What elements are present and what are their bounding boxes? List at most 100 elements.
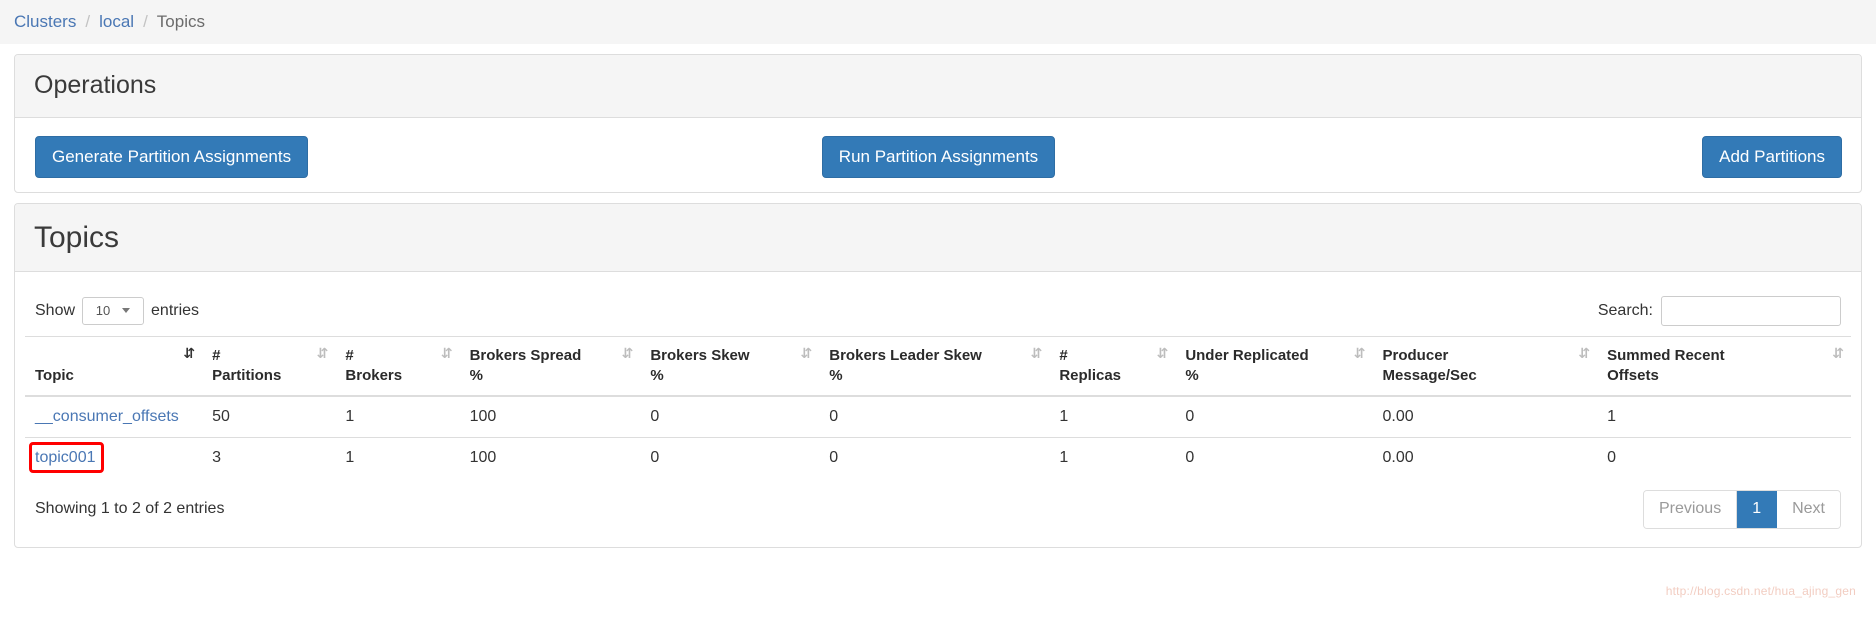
topic-link-consumer-offsets[interactable]: __consumer_offsets	[35, 408, 179, 425]
cell-topic: topic001	[25, 437, 203, 479]
column-header-under-replicated-line2: %	[1185, 366, 1199, 384]
cell-producer-message-sec: 0.00	[1372, 437, 1598, 479]
topics-table-header-row: ⇵ Topic ⇵ # Partitions ⇵ # Brokers ⇵ Bro…	[25, 335, 1851, 398]
cell-brokers: 1	[345, 408, 355, 426]
column-header-producer-message-sec-line1: Producer	[1382, 346, 1449, 364]
operations-panel: Operations Generate Partition Assignment…	[14, 54, 1862, 193]
column-header-brokers-skew-line1: Brokers Skew	[650, 346, 750, 364]
topics-table: ⇵ Topic ⇵ # Partitions ⇵ # Brokers ⇵ Bro…	[25, 335, 1851, 479]
topics-panel-body: Show 10 entries Search: ⇵ Topic ⇵ # Part…	[15, 272, 1861, 547]
search-input[interactable]	[1661, 295, 1841, 326]
column-header-partitions[interactable]: ⇵ # Partitions	[202, 335, 336, 398]
topics-table-body: __consumer_offsets 50 1 100 0 0 1 0 0.00…	[25, 396, 1851, 479]
cell-brokers-spread: 100	[459, 437, 641, 479]
column-header-partitions-line1: #	[212, 346, 221, 364]
entries-label: entries	[151, 301, 200, 319]
sort-both-icon: ⇵	[1353, 345, 1366, 362]
column-header-producer-message-sec-line2: Message/Sec	[1382, 366, 1477, 384]
cell-brokers: 1	[335, 437, 460, 479]
cell-summed-recent-offsets: 1	[1607, 408, 1617, 426]
run-partition-assignments-button[interactable]: Run Partition Assignments	[821, 135, 1056, 178]
breadcrumb-separator: /	[143, 12, 148, 31]
pagination: Previous 1 Next	[1642, 490, 1841, 529]
cell-brokers-leader-skew: 0	[829, 408, 839, 426]
topics-panel: Topics Show 10 entries Search: ⇵ Topic ⇵…	[14, 202, 1862, 548]
column-header-brokers-spread[interactable]: ⇵ Brokers Spread %	[459, 335, 641, 398]
breadcrumb-item-local[interactable]: local	[99, 12, 134, 32]
search-label: Search:	[1597, 301, 1653, 319]
pagination-previous-button[interactable]: Previous	[1643, 491, 1738, 528]
operations-panel-header: Operations	[15, 55, 1861, 118]
column-header-brokers-leader-skew-line2: %	[829, 366, 843, 384]
column-header-partitions-line2: Partitions	[212, 366, 282, 384]
cell-partitions: 50	[212, 408, 230, 426]
column-header-under-replicated[interactable]: ⇵ Under Replicated %	[1175, 335, 1373, 398]
column-header-topic[interactable]: ⇵ Topic	[25, 335, 203, 398]
breadcrumb-item-clusters[interactable]: Clusters	[14, 12, 76, 32]
pagination-next-button[interactable]: Next	[1777, 491, 1840, 528]
cell-brokers-leader-skew: 0	[819, 437, 1050, 479]
column-header-topic-line2: Topic	[35, 366, 74, 384]
column-header-brokers-line1: #	[345, 346, 354, 364]
column-header-replicas-line2: Replicas	[1059, 366, 1122, 384]
topics-panel-header: Topics	[15, 203, 1861, 272]
column-header-brokers-skew-line2: %	[650, 366, 664, 384]
column-header-brokers-leader-skew[interactable]: ⇵ Brokers Leader Skew %	[819, 335, 1050, 398]
cell-producer-message-sec: 0.00	[1382, 408, 1414, 426]
column-header-summed-recent-offsets-line2: Offsets	[1607, 366, 1659, 384]
column-header-brokers-skew[interactable]: ⇵ Brokers Skew %	[640, 335, 820, 398]
datatable-footer: Showing 1 to 2 of 2 entries Previous 1 N…	[25, 478, 1851, 533]
sort-both-icon: ⇵	[1832, 345, 1844, 362]
sort-desc-icon: ⇵	[183, 345, 195, 362]
sort-both-icon: ⇵	[1156, 345, 1169, 362]
entries-length-control: Show 10 entries	[35, 296, 200, 325]
watermark-text: http://blog.csdn.net/hua_ajing_gen	[1665, 584, 1856, 598]
sort-both-icon: ⇵	[621, 345, 634, 362]
cell-brokers-skew: 0	[650, 408, 660, 426]
sort-both-icon: ⇵	[800, 345, 813, 362]
table-row: __consumer_offsets 50 1 100 0 0 1 0 0.00…	[25, 396, 1851, 438]
cell-replicas: 1	[1059, 408, 1069, 426]
cell-brokers-skew: 0	[640, 437, 820, 479]
column-header-summed-recent-offsets-line1: Summed Recent	[1607, 346, 1725, 364]
datatable-controls: Show 10 entries Search:	[25, 290, 1851, 336]
cell-topic: __consumer_offsets	[25, 396, 202, 438]
topics-title: Topics	[34, 220, 120, 254]
column-header-replicas[interactable]: ⇵ # Replicas	[1049, 335, 1176, 398]
highlighted-topic-wrapper: topic001	[29, 442, 104, 474]
operations-cell-generate: Generate Partition Assignments	[25, 135, 637, 178]
column-header-producer-message-sec[interactable]: ⇵ Producer Message/Sec	[1372, 335, 1598, 398]
chevron-down-icon	[122, 308, 131, 314]
sort-both-icon: ⇵	[440, 345, 453, 362]
cell-brokers-spread: 100	[469, 408, 497, 426]
column-header-brokers-spread-line1: Brokers Spread	[469, 346, 582, 364]
operations-cell-add: Add Partitions	[1240, 135, 1851, 178]
column-header-brokers[interactable]: ⇵ # Brokers	[335, 335, 460, 398]
table-row: topic001 3 1 100 0 0 1 0 0.00 0	[25, 437, 1851, 479]
cell-partitions: 3	[202, 437, 336, 479]
column-header-summed-recent-offsets[interactable]: ⇵ Summed Recent Offsets	[1597, 335, 1851, 398]
search-control: Search:	[1597, 295, 1841, 326]
entries-per-page-select[interactable]: 10	[82, 296, 145, 325]
cell-replicas: 1	[1049, 437, 1176, 479]
cell-summed-recent-offsets: 0	[1597, 437, 1851, 479]
generate-partition-assignments-button[interactable]: Generate Partition Assignments	[35, 135, 309, 178]
column-header-under-replicated-line1: Under Replicated	[1185, 346, 1309, 364]
topics-table-head: ⇵ Topic ⇵ # Partitions ⇵ # Brokers ⇵ Bro…	[25, 335, 1851, 398]
sort-both-icon: ⇵	[1030, 345, 1043, 362]
operations-title: Operations	[34, 71, 157, 99]
breadcrumb-separator: /	[85, 12, 91, 31]
entries-info: Showing 1 to 2 of 2 entries	[35, 500, 225, 518]
topic-link-topic001[interactable]: topic001	[35, 449, 96, 466]
cell-under-replicated: 0	[1175, 437, 1373, 479]
column-header-brokers-spread-line2: %	[469, 366, 483, 384]
column-header-brokers-line2: Brokers	[345, 366, 403, 384]
column-header-brokers-leader-skew-line1: Brokers Leader Skew	[829, 346, 982, 364]
add-partitions-button[interactable]: Add Partitions	[1702, 135, 1842, 178]
operations-panel-body: Generate Partition Assignments Run Parti…	[15, 118, 1861, 192]
sort-both-icon: ⇵	[316, 345, 329, 362]
operations-button-row: Generate Partition Assignments Run Parti…	[25, 135, 1851, 178]
pagination-page-1-button[interactable]: 1	[1737, 491, 1778, 528]
cell-under-replicated: 0	[1185, 408, 1195, 426]
breadcrumb-item-topics: Topics	[156, 12, 205, 31]
